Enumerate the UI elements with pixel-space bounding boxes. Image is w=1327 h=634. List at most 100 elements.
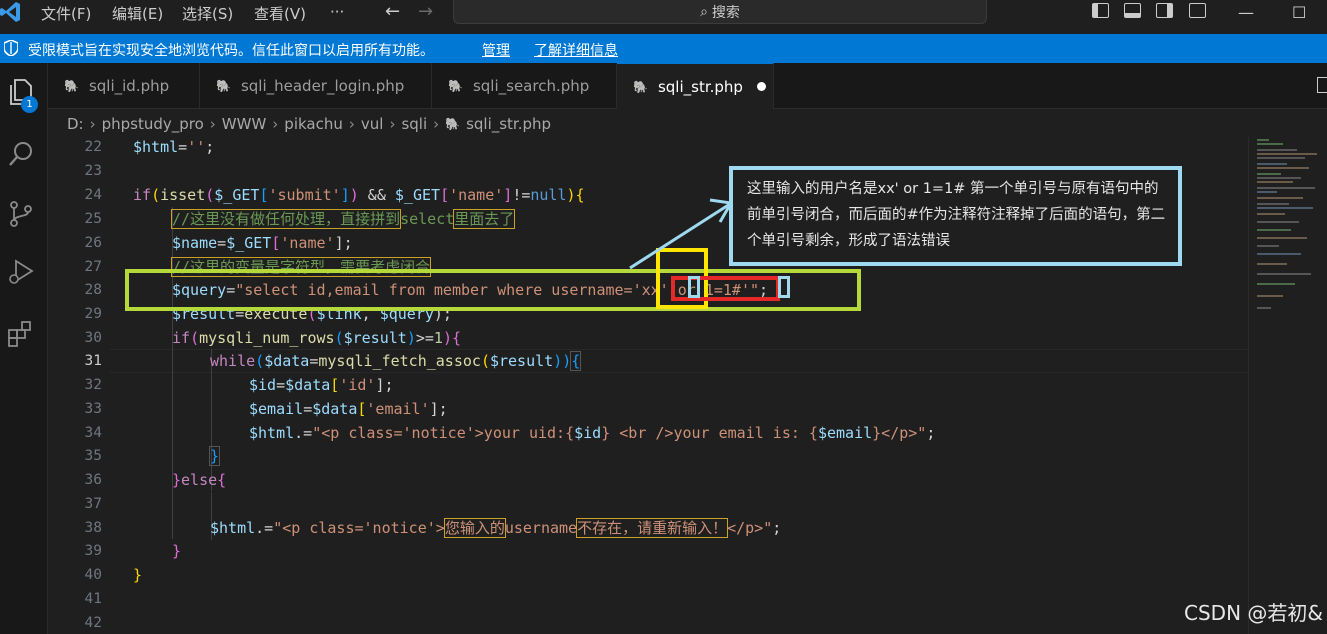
menu-file[interactable]: 文件(F) — [41, 3, 91, 24]
minimap-line — [1257, 245, 1279, 247]
php-file-icon: 🐘 — [448, 79, 463, 93]
tab-sqli-search[interactable]: 🐘 sqli_search.php — [432, 63, 617, 109]
code-line-33: $email=$data['email']; — [249, 400, 448, 418]
split-editor-icon[interactable] — [1317, 77, 1327, 93]
line-number: 36 — [84, 472, 102, 488]
chevron-right-icon: › — [89, 114, 96, 133]
minimap-line — [1257, 295, 1283, 297]
breadcrumb-item[interactable]: sqli — [401, 115, 427, 133]
tab-sqli-str[interactable]: 🐘 sqli_str.php — [617, 63, 774, 109]
code-line-38: $html.="<p class='notice'>您输入的username不存… — [210, 518, 782, 538]
minimap[interactable] — [1248, 137, 1327, 634]
line-number: 37 — [84, 496, 102, 512]
code-line-40: } — [133, 566, 143, 584]
breadcrumb-item[interactable]: sqli_str.php — [466, 115, 551, 133]
chevron-right-icon: › — [272, 114, 279, 133]
line-number: 32 — [84, 377, 102, 393]
vscode-logo-icon — [0, 2, 20, 22]
line-number: 29 — [84, 306, 102, 322]
minimap-line — [1257, 163, 1287, 165]
watermark: CSDN @若初& — [1184, 601, 1323, 625]
code-line-35: } — [208, 446, 221, 466]
line-number: 27 — [84, 259, 102, 275]
line-number: 26 — [84, 235, 102, 251]
shield-icon — [4, 40, 18, 56]
customize-layout-icon[interactable] — [1189, 3, 1206, 18]
line-number-current: 31 — [84, 353, 102, 369]
title-bar: 文件(F) 编辑(E) 选择(S) 查看(V) ··· ← → ⌕ 搜索 — ☐ — [0, 0, 1327, 33]
code-line-34: $html.="<p class='notice'>your uid:{$id}… — [249, 424, 936, 442]
unsaved-dot-icon[interactable] — [756, 82, 766, 91]
code-line-22: $html=''; — [133, 138, 215, 156]
line-number: 39 — [84, 543, 102, 559]
forward-arrow-icon[interactable]: → — [418, 1, 433, 22]
line-number: 23 — [84, 163, 102, 179]
menu-more[interactable]: ··· — [330, 3, 344, 21]
php-file-icon: 🐘 — [64, 79, 79, 93]
line-number: 25 — [84, 211, 102, 227]
toggle-panel-icon[interactable] — [1124, 3, 1141, 18]
editor-tab-bar: 🐘 sqli_id.php 🐘 sqli_header_login.php 🐘 … — [48, 63, 1327, 109]
toggle-secondary-sidebar-icon[interactable] — [1156, 3, 1173, 18]
source-control-icon[interactable] — [6, 199, 36, 229]
line-number: 24 — [84, 187, 102, 203]
minimap-line — [1257, 213, 1285, 215]
code-line-36: }else{ — [172, 471, 227, 489]
menu-view[interactable]: 查看(V) — [254, 3, 306, 24]
line-number: 30 — [84, 330, 102, 346]
run-debug-icon[interactable] — [6, 257, 36, 287]
code-line-32: $id=$data['id']; — [249, 376, 394, 394]
banner-message: 受限模式旨在实现安全地浏览代码。信任此窗口以启用所有功能。 — [28, 43, 434, 59]
chevron-right-icon: › — [433, 114, 440, 133]
code-line-30: if(mysqli_num_rows($result)>=1){ — [172, 329, 461, 347]
minimap-line — [1257, 253, 1301, 255]
annotation-callout: 这里输入的用户名是xx' or 1=1# 第一个单引号与原有语句中的前单引号闭合… — [729, 166, 1182, 266]
minimap-line — [1257, 139, 1269, 141]
tab-sqli-id[interactable]: 🐘 sqli_id.php — [48, 63, 200, 109]
minimap-line — [1257, 283, 1295, 285]
minimap-line — [1257, 263, 1287, 265]
code-line-26: $name=$_GET['name']; — [172, 234, 353, 252]
minimap-line — [1257, 149, 1297, 151]
toggle-sidebar-icon[interactable] — [1092, 3, 1109, 18]
back-arrow-icon[interactable]: ← — [385, 1, 400, 22]
line-number: 22 — [84, 139, 102, 155]
breadcrumb-item[interactable]: phpstudy_pro — [102, 115, 204, 133]
code-line-25: //这里没有做任何处理，直接拼到select里面去了 — [170, 209, 516, 229]
minimap-line — [1257, 153, 1317, 155]
explorer-badge: 1 — [21, 96, 38, 113]
learn-more-link[interactable]: 了解详细信息 — [534, 40, 618, 60]
command-center-search[interactable]: ⌕ 搜索 — [453, 0, 987, 24]
minimap-line — [1257, 187, 1315, 189]
breadcrumb-item[interactable]: pikachu — [284, 115, 343, 133]
line-number-gutter: 22 23 24 25 26 27 28 29 30 31 32 33 34 3… — [48, 137, 110, 634]
minimap-line — [1257, 229, 1291, 231]
minimap-line — [1257, 157, 1305, 159]
annotation-cyan-quote-1 — [688, 276, 700, 298]
menu-selection[interactable]: 选择(S) — [182, 3, 233, 24]
minimap-line — [1257, 207, 1313, 209]
maximize-icon[interactable]: ☐ — [1292, 3, 1306, 22]
breadcrumb-item[interactable]: D: — [67, 115, 84, 133]
extensions-icon[interactable] — [6, 319, 36, 349]
line-number: 42 — [84, 615, 102, 631]
annotation-cyan-quote-2 — [778, 276, 790, 298]
manage-link[interactable]: 管理 — [482, 40, 510, 60]
minimize-icon[interactable]: — — [1238, 3, 1254, 22]
minimap-line — [1257, 273, 1311, 275]
breadcrumb-item[interactable]: vul — [361, 115, 384, 133]
tab-label: sqli_id.php — [88, 77, 170, 95]
search-icon: ⌕ — [700, 3, 708, 20]
tab-sqli-header-login[interactable]: 🐘 sqli_header_login.php — [200, 63, 432, 109]
minimap-line — [1257, 177, 1301, 179]
tab-label: sqli_str.php — [657, 77, 743, 96]
php-file-icon: 🐘 — [216, 79, 231, 93]
menu-edit[interactable]: 编辑(E) — [112, 3, 163, 24]
minimap-line — [1257, 181, 1293, 183]
search-icon[interactable] — [6, 139, 36, 169]
restricted-mode-banner: 受限模式旨在实现安全地浏览代码。信任此窗口以启用所有功能。 管理 了解详细信息 — [0, 34, 1327, 63]
tab-label: sqli_header_login.php — [240, 77, 405, 95]
breadcrumb-item[interactable]: WWW — [222, 115, 267, 133]
minimap-line — [1257, 197, 1303, 199]
minimap-line — [1257, 173, 1281, 175]
